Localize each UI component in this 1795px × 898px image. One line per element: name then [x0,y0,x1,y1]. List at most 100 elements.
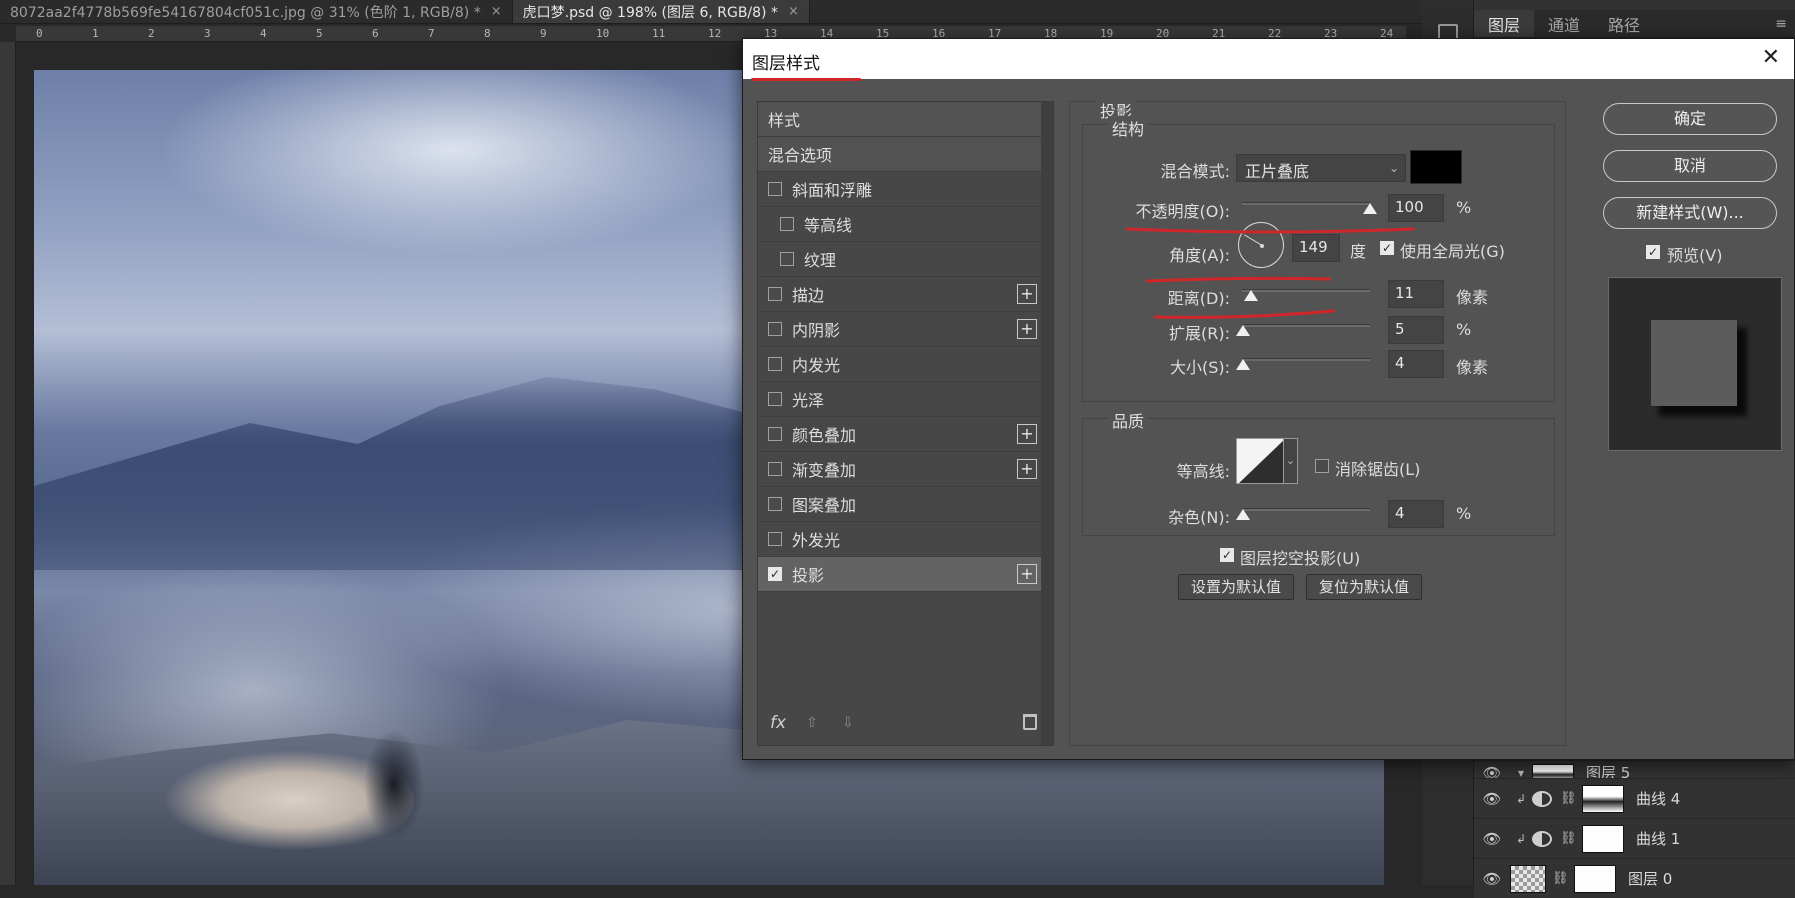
style-item[interactable]: 等高线 [758,207,1041,242]
style-checkbox[interactable] [768,182,782,196]
style-item[interactable]: 光泽 [758,382,1041,417]
chevron-down-icon[interactable]: ⌄ [1284,438,1298,484]
layer-mask-thumbnail[interactable] [1582,824,1624,853]
fx-icon[interactable]: fx [770,713,786,733]
panel-menu-icon[interactable]: ≡ [1767,10,1795,37]
close-icon[interactable]: × [491,4,502,19]
size-input[interactable]: 4 [1388,350,1444,378]
layer-mask-thumbnail[interactable] [1574,864,1616,893]
blend-options-item[interactable]: 混合选项 [758,137,1041,172]
size-slider[interactable] [1242,358,1370,361]
noise-unit: % [1456,504,1472,523]
ruler-tick-label: 12 [708,27,722,40]
tab-layers[interactable]: 图层 [1474,10,1535,37]
distance-slider-thumb[interactable] [1244,290,1258,301]
make-default-button[interactable]: 设置为默认值 [1178,574,1294,600]
spread-slider-thumb[interactable] [1236,325,1250,336]
reset-default-button[interactable]: 复位为默认值 [1306,574,1422,600]
noise-slider[interactable] [1242,508,1370,511]
tab-channels[interactable]: 通道 [1534,10,1594,37]
layer-row[interactable]: 👁 ↲ ⛓ 曲线 4 [1474,778,1795,818]
angle-dial[interactable] [1238,222,1284,268]
quality-title: 品质 [1108,408,1149,432]
noise-slider-thumb[interactable] [1236,509,1250,520]
style-item[interactable]: 外发光 [758,522,1041,557]
cancel-button[interactable]: 取消 [1603,150,1777,182]
eye-icon[interactable]: 👁 [1474,830,1510,848]
dialog-titlebar[interactable]: 图层样式 ✕ [743,39,1794,79]
add-effect-icon[interactable]: + [1017,424,1037,444]
style-item[interactable]: ✓ 投影 + [758,557,1041,592]
opacity-slider[interactable] [1242,202,1370,205]
spread-input[interactable]: 5 [1388,316,1444,344]
style-item[interactable]: 斜面和浮雕 [758,172,1041,207]
move-up-icon[interactable]: ⇧ [806,715,818,731]
blend-mode-select[interactable]: 正片叠底 ⌄ [1236,154,1406,182]
opacity-input[interactable]: 100 [1388,194,1444,222]
noise-input[interactable]: 4 [1388,500,1444,528]
antialias-label: 消除锯齿(L) [1335,460,1421,479]
link-icon[interactable]: ⛓ [1552,871,1569,886]
style-checkbox[interactable] [768,287,782,301]
spread-slider[interactable] [1242,324,1370,327]
layer-row[interactable]: 👁 ↲ ⛓ 曲线 1 [1474,818,1795,858]
clip-arrow-icon: ↲ [1515,831,1527,846]
add-effect-icon[interactable]: + [1017,459,1037,479]
antialias-checkbox[interactable] [1315,459,1329,473]
layer-mask-thumbnail[interactable] [1582,784,1624,813]
style-item[interactable]: 内阴影 + [758,312,1041,347]
style-checkbox[interactable] [768,322,782,336]
opacity-slider-thumb[interactable] [1363,203,1377,214]
shadow-color-swatch[interactable] [1410,150,1462,184]
knockout-checkbox[interactable]: ✓ [1220,548,1234,562]
close-icon[interactable]: × [788,4,799,19]
style-item[interactable]: 描边 + [758,277,1041,312]
contour-preview[interactable] [1236,438,1284,484]
link-icon[interactable]: ⛓ [1560,791,1577,806]
distance-input[interactable]: 11 [1388,280,1444,308]
ruler-tick-label: 6 [372,27,379,40]
angle-input[interactable]: 149 [1292,234,1340,262]
style-checkbox[interactable] [768,357,782,371]
distance-slider[interactable] [1242,289,1370,292]
style-checkbox[interactable] [768,462,782,476]
style-item[interactable]: 图案叠加 [758,487,1041,522]
add-effect-icon[interactable]: + [1017,284,1037,304]
style-item[interactable]: 渐变叠加 + [758,452,1041,487]
ok-button[interactable]: 确定 [1603,103,1777,135]
layer-row[interactable]: 👁 ⛓ 图层 0 [1474,858,1795,898]
move-down-icon[interactable]: ⇩ [842,715,854,731]
style-item[interactable]: 颜色叠加 + [758,417,1041,452]
close-icon[interactable]: ✕ [1762,45,1780,70]
trash-icon[interactable] [1023,714,1037,730]
style-item[interactable]: 纹理 [758,242,1041,277]
style-item-label: 纹理 [804,251,837,270]
add-effect-icon[interactable]: + [1017,319,1037,339]
adjustment-layer-icon [1532,830,1552,847]
new-style-button[interactable]: 新建样式(W)... [1603,197,1777,229]
size-slider-thumb[interactable] [1236,359,1250,370]
doc-tab-2[interactable]: 虎口梦.psd @ 198% (图层 6, RGB/8) * × [512,0,810,23]
size-label: 大小(S): [1169,358,1230,377]
global-light-checkbox[interactable]: ✓ [1380,241,1394,255]
style-checkbox[interactable]: ✓ [768,567,782,581]
distance-unit: 像素 [1456,288,1489,307]
styles-header[interactable]: 样式 [758,102,1041,137]
doc-tab-1[interactable]: 8072aa2f4778b569fe54167804cf051c.jpg @ 3… [0,0,513,23]
preview-checkbox[interactable]: ✓ [1646,245,1660,259]
style-checkbox[interactable] [780,252,794,266]
styles-list-footer: fx ⇧ ⇩ [758,705,1053,745]
eye-icon[interactable]: 👁 [1474,790,1510,808]
style-checkbox[interactable] [768,427,782,441]
layer-name: 曲线 1 [1636,830,1681,848]
tab-paths[interactable]: 路径 [1594,10,1654,37]
style-checkbox[interactable] [780,217,794,231]
style-item[interactable]: 内发光 [758,347,1041,382]
style-checkbox[interactable] [768,392,782,406]
style-checkbox[interactable] [768,497,782,511]
list-scrollbar[interactable] [1041,102,1053,745]
style-checkbox[interactable] [768,532,782,546]
ruler-tick-label: 10 [596,27,610,40]
add-effect-icon[interactable]: + [1017,564,1037,584]
link-icon[interactable]: ⛓ [1560,831,1577,846]
